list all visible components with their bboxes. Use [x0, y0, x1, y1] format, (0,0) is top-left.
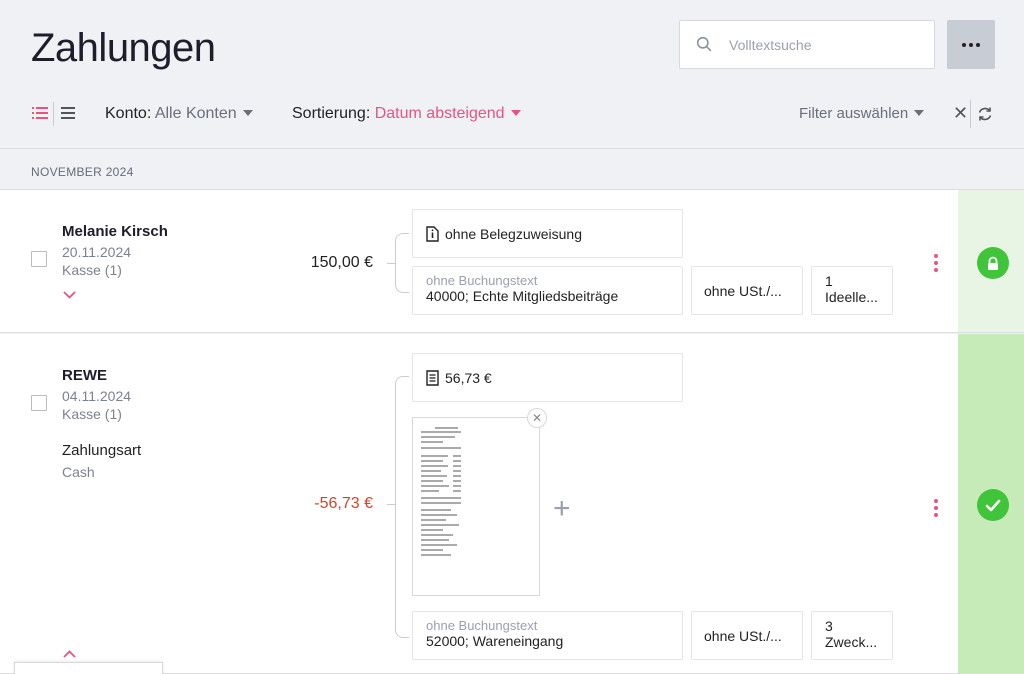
vat-value: ohne USt./...	[704, 628, 782, 644]
chevron-up-icon[interactable]	[63, 650, 76, 658]
view-divider	[53, 102, 54, 126]
status-column	[958, 190, 1024, 332]
booking-card[interactable]: ohne Buchungstext 52000; Wareneingang	[412, 611, 683, 660]
sphere-number: 1	[825, 273, 833, 289]
sphere-number: 3	[825, 618, 833, 634]
payment-amount: 150,00 €	[310, 254, 373, 271]
row-menu-icon[interactable]	[934, 254, 938, 272]
payment-method-label: Zahlungsart	[62, 442, 142, 459]
dot-icon	[962, 42, 966, 47]
toolbar-divider	[970, 100, 971, 128]
caret-down-icon	[510, 110, 521, 116]
filter-dropdown[interactable]: Filter auswählen	[799, 105, 925, 122]
bottom-panel-tab[interactable]	[14, 662, 163, 674]
payment-account: Kasse (1)	[62, 406, 122, 422]
booking-card[interactable]: ohne Buchungstext 40000; Echte Mitglieds…	[412, 266, 683, 315]
sphere-card[interactable]: 1 Ideelle...	[811, 266, 893, 315]
month-header: NOVEMBER 2024	[0, 148, 1024, 190]
clear-filter-icon[interactable]: ✕	[953, 103, 968, 124]
booking-account: 40000; Echte Mitgliedsbeiträge	[426, 288, 619, 304]
status-column	[958, 334, 1024, 673]
list-view-icon[interactable]	[32, 106, 48, 120]
account-value: Alle Konten	[154, 105, 237, 122]
chevron-down-icon[interactable]	[63, 291, 76, 299]
sphere-card[interactable]: 3 Zweck...	[811, 611, 893, 660]
vat-card[interactable]: ohne USt./...	[691, 266, 803, 315]
sort-dropdown[interactable]: Sortierung: Datum absteigend	[292, 105, 521, 123]
row-checkbox[interactable]	[31, 395, 47, 411]
dot-icon	[976, 42, 980, 47]
row-checkbox[interactable]	[31, 251, 47, 267]
month-label: NOVEMBER 2024	[31, 165, 134, 179]
receipt-icon	[426, 369, 439, 386]
payee-name: REWE	[62, 367, 107, 384]
sphere-name: Ideelle...	[825, 289, 878, 305]
bracket	[395, 376, 409, 638]
sort-value: Datum absteigend	[374, 105, 505, 122]
receipt-preview-icon	[421, 427, 461, 556]
account-dropdown[interactable]: Konto: Alle Konten	[105, 105, 253, 123]
booking-account: 52000; Wareneingang	[426, 633, 564, 649]
filter-label: Filter auswählen	[799, 105, 909, 122]
receipt-card[interactable]: ohne Belegzuweisung	[412, 209, 683, 258]
document-info-icon	[426, 225, 439, 242]
page-header: Zahlungen Konto: Alle Konten Sortierung:…	[0, 0, 1024, 148]
receipt-card[interactable]: 56,73 €	[412, 353, 683, 402]
toolbar: Konto: Alle Konten Sortierung: Datum abs…	[0, 96, 1024, 134]
add-receipt-icon[interactable]: +	[553, 492, 571, 526]
dot-icon	[969, 42, 973, 47]
receipt-thumbnail[interactable]	[412, 417, 540, 596]
sphere-name: Zweck...	[825, 634, 878, 650]
booking-text: ohne Buchungstext	[426, 618, 538, 633]
bracket-tip	[387, 263, 395, 264]
payment-amount: -56,73 €	[314, 495, 373, 512]
refresh-icon[interactable]	[977, 106, 993, 122]
payment-row: Melanie Kirsch 20.11.2024 Kasse (1) 150,…	[0, 190, 1024, 333]
payment-date: 20.11.2024	[62, 244, 132, 260]
payment-method-value: Cash	[62, 464, 95, 480]
caret-down-icon	[914, 110, 925, 116]
more-options-button[interactable]	[947, 20, 995, 69]
checkmark-icon[interactable]	[977, 489, 1009, 521]
payment-date: 04.11.2024	[62, 388, 132, 404]
vat-value: ohne USt./...	[704, 283, 782, 299]
booking-text: ohne Buchungstext	[426, 273, 538, 288]
row-menu-icon[interactable]	[934, 499, 938, 517]
payment-row: REWE 04.11.2024 Kasse (1) Zahlungsart Ca…	[0, 334, 1024, 674]
page-title: Zahlungen	[31, 26, 216, 70]
vat-card[interactable]: ohne USt./...	[691, 611, 803, 660]
search-box[interactable]	[679, 20, 935, 69]
compact-view-icon[interactable]	[61, 106, 75, 120]
caret-down-icon	[242, 110, 253, 116]
account-label: Konto:	[105, 105, 152, 122]
receipt-amount: 56,73 €	[445, 369, 492, 386]
bracket	[395, 233, 409, 293]
lock-icon[interactable]	[977, 247, 1009, 279]
search-input[interactable]	[729, 36, 919, 53]
sort-label: Sortierung:	[292, 105, 371, 122]
remove-receipt-icon[interactable]: ✕	[527, 408, 547, 428]
receipt-text: ohne Belegzuweisung	[445, 225, 582, 242]
payment-account: Kasse (1)	[62, 262, 122, 278]
payee-name: Melanie Kirsch	[62, 223, 168, 240]
bracket-tip	[387, 504, 395, 505]
search-icon	[696, 36, 712, 52]
